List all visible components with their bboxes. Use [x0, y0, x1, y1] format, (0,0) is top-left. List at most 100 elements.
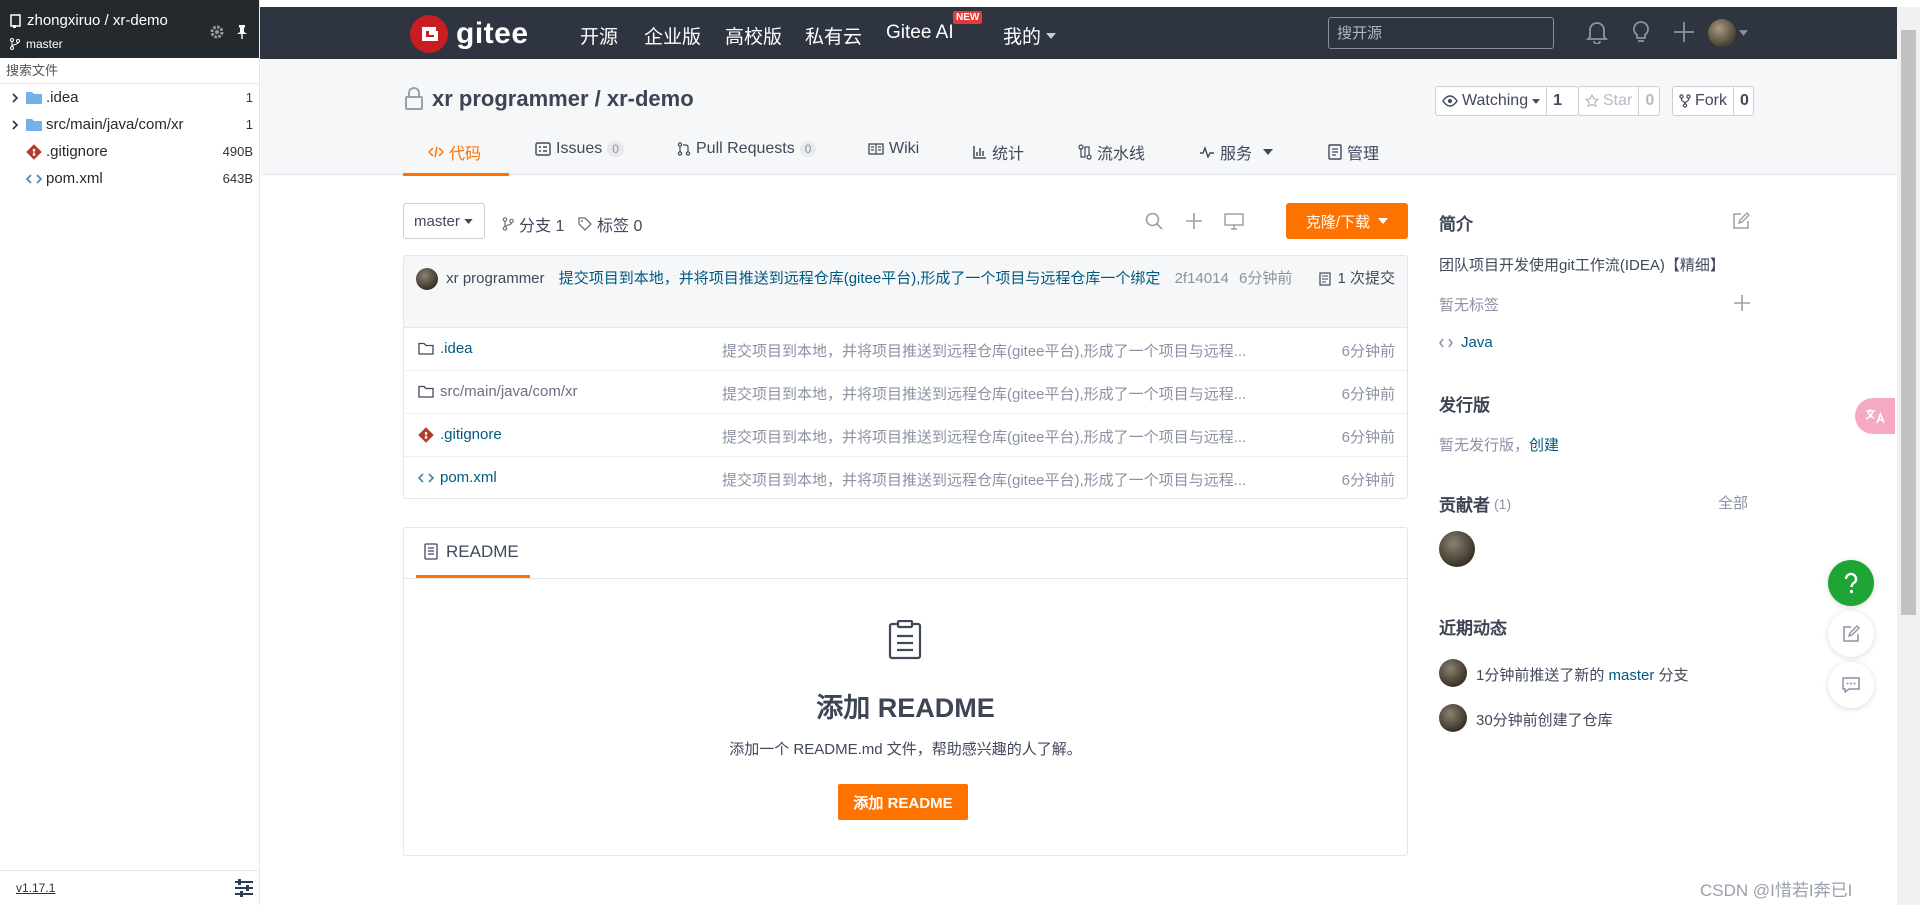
file-commit-message[interactable]: 提交项目到本地，并将项目推送到远程仓库(gitee平台),形成了一个项目与远程.… — [722, 383, 1292, 404]
translate-icon[interactable] — [1855, 398, 1895, 434]
file-link-gitignore[interactable]: .gitignore — [418, 426, 502, 443]
tab-pipeline-label: 流水线 — [1097, 146, 1146, 163]
branches-link[interactable]: 分支 1 — [502, 212, 564, 236]
version-link[interactable]: v1.17.1 — [16, 881, 55, 895]
clone-download-button[interactable]: 克隆/下载 — [1286, 203, 1408, 239]
tab-pipeline[interactable]: 流水线 — [1078, 140, 1145, 164]
tree-item-gitignore[interactable]: .gitignore 490B — [0, 138, 259, 165]
contributor-avatar[interactable] — [1439, 531, 1475, 567]
active-tab-indicator — [403, 173, 509, 176]
file-link-pom[interactable]: pom.xml — [418, 469, 497, 486]
chat-button[interactable] — [1828, 662, 1874, 708]
tree-item-idea[interactable]: .idea 1 — [0, 84, 259, 111]
star-icon — [1585, 94, 1599, 108]
nav-university[interactable]: 高校版 — [725, 22, 782, 49]
chat-icon — [1842, 677, 1860, 693]
commit-hash[interactable]: 2f14014 — [1175, 270, 1229, 287]
watch-count[interactable]: 1 — [1546, 87, 1568, 115]
activity-branch-link[interactable]: master — [1609, 667, 1655, 684]
create-release-link[interactable]: 创建 — [1529, 437, 1559, 454]
edit-icon[interactable] — [1732, 212, 1750, 230]
chevron-right-icon[interactable] — [8, 119, 22, 130]
fork-count[interactable]: 0 — [1733, 87, 1755, 115]
code-icon — [1439, 338, 1453, 347]
tab-code[interactable]: 代码 — [428, 140, 481, 164]
question-icon — [1844, 572, 1858, 594]
watermark-text: CSDN @I惜若I奔已I — [1700, 881, 1853, 900]
activity-text: 1分钟前推送了新的 — [1476, 667, 1609, 684]
star-count[interactable]: 0 — [1638, 87, 1660, 115]
branch-select[interactable]: master — [403, 203, 485, 239]
file-row: src/main/java/com/xr 提交项目到本地，并将项目推送到远程仓库… — [404, 371, 1407, 414]
tree-item-src[interactable]: src/main/java/com/xr 1 — [0, 111, 259, 138]
tree-item-label: pom.xml — [46, 170, 103, 187]
caret-down-icon — [1046, 32, 1057, 39]
chevron-right-icon[interactable] — [8, 92, 22, 103]
lightbulb-icon[interactable] — [1630, 20, 1652, 44]
caret-down-icon — [1739, 30, 1748, 36]
gear-icon[interactable] — [209, 24, 225, 40]
all-contributors-link[interactable]: 全部 — [1718, 492, 1748, 513]
lock-icon — [405, 87, 423, 110]
activity-item: 30分钟前创建了仓库 — [1476, 712, 1613, 729]
plus-icon[interactable] — [1734, 295, 1750, 311]
commit-author[interactable]: xr programmer — [446, 270, 544, 287]
help-button[interactable] — [1828, 560, 1874, 606]
tree-item-size: 643B — [222, 171, 253, 186]
scrollbar-thumb[interactable] — [1901, 30, 1916, 615]
nav-gitee-ai[interactable]: Gitee AI — [886, 22, 954, 44]
star-button[interactable]: Star 0 — [1578, 86, 1660, 116]
commit-author-avatar[interactable] — [416, 268, 438, 291]
nav-open-source[interactable]: 开源 — [580, 22, 618, 49]
file-tree: .idea 1 src/main/java/com/xr 1 .gitignor… — [0, 84, 259, 192]
sidebar-search[interactable]: 搜索文件 — [0, 58, 259, 84]
file-commit-message[interactable]: 提交项目到本地，并将项目推送到远程仓库(gitee平台),形成了一个项目与远程.… — [722, 426, 1292, 447]
feedback-button[interactable] — [1828, 611, 1874, 657]
repo-title-link[interactable]: xr programmer / xr-demo — [432, 86, 694, 112]
search-icon[interactable] — [1145, 212, 1163, 230]
file-commit-message[interactable]: 提交项目到本地，并将项目推送到远程仓库(gitee平台),形成了一个项目与远程.… — [722, 469, 1292, 490]
tags-link[interactable]: 标签 0 — [578, 212, 642, 236]
tab-issues-label: Issues — [556, 140, 603, 157]
nav-private-cloud[interactable]: 私有云 — [805, 22, 862, 49]
watch-button[interactable]: Watching 1 — [1435, 86, 1579, 116]
translate-glyph — [1865, 409, 1885, 424]
activity-avatar[interactable] — [1439, 704, 1467, 732]
add-file-icon[interactable] — [1185, 212, 1203, 230]
tab-services[interactable]: 服务 — [1199, 140, 1274, 164]
file-name: .gitignore — [440, 426, 502, 443]
nav-search-input[interactable] — [1328, 17, 1554, 49]
bell-icon[interactable] — [1586, 20, 1608, 44]
readme-tab[interactable]: README — [416, 528, 530, 578]
tab-pull-requests[interactable]: Pull Requests 0 — [677, 140, 817, 158]
user-menu[interactable] — [1708, 19, 1748, 47]
nav-enterprise[interactable]: 企业版 — [644, 22, 701, 49]
file-link-idea[interactable]: .idea — [418, 340, 473, 357]
commit-time: 6分钟前 — [1238, 270, 1293, 287]
file-link-src[interactable]: src/main/java/com/xr — [418, 383, 578, 400]
sidebar-footer: v1.17.1 — [0, 870, 260, 905]
gitee-logo[interactable]: gitee — [410, 15, 529, 53]
commits-count-link[interactable]: 1 次提交 — [1313, 264, 1395, 294]
sliders-icon[interactable] — [234, 879, 254, 897]
tab-manage[interactable]: 管理 — [1328, 140, 1379, 164]
plus-icon[interactable] — [1674, 22, 1694, 42]
pin-icon[interactable] — [235, 24, 249, 40]
tree-item-pom[interactable]: pom.xml 643B — [0, 165, 259, 192]
web-ide-icon[interactable] — [1224, 212, 1244, 230]
star-text: Star — [1603, 92, 1633, 109]
tab-stats[interactable]: 统计 — [973, 140, 1024, 164]
add-readme-button[interactable]: 添加 README — [838, 784, 968, 820]
file-name: pom.xml — [440, 469, 497, 486]
language-link[interactable]: Java — [1439, 334, 1493, 351]
edit-icon — [1843, 625, 1860, 642]
commit-message[interactable]: 提交项目到本地，并将项目推送到远程仓库(gitee平台),形成了一个项目与远程仓… — [559, 270, 1161, 287]
fork-button[interactable]: Fork 0 — [1672, 86, 1754, 116]
activity-avatar[interactable] — [1439, 659, 1467, 687]
file-commit-message[interactable]: 提交项目到本地，并将项目推送到远程仓库(gitee平台),形成了一个项目与远程.… — [722, 340, 1292, 361]
logo-text: gitee — [456, 17, 529, 50]
readme-empty-title: 添加 README — [816, 693, 995, 723]
nav-mine[interactable]: 我的 — [1003, 22, 1057, 49]
tab-wiki[interactable]: Wiki — [868, 140, 919, 158]
tab-issues[interactable]: Issues 0 — [535, 140, 624, 158]
